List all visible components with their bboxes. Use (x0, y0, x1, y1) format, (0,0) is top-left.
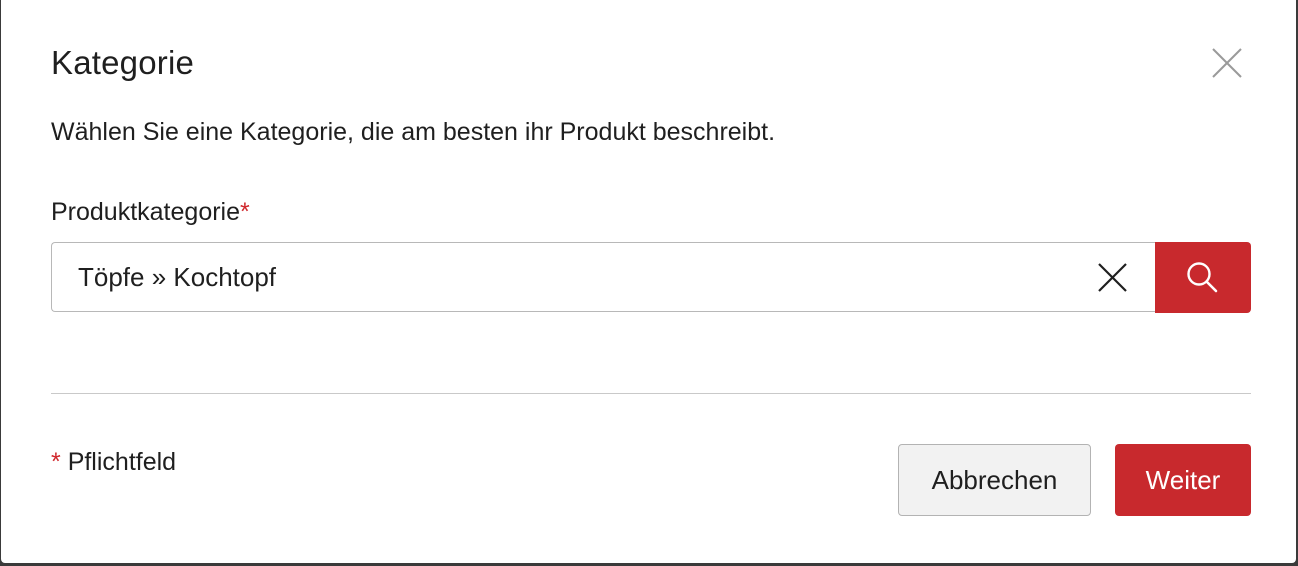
category-input[interactable]: Töpfe » Kochtopf (51, 242, 1156, 312)
required-star: * (51, 448, 61, 476)
cancel-button[interactable]: Abbrechen (898, 444, 1091, 516)
dialog-title: Kategorie (51, 44, 195, 81)
clear-icon (1098, 263, 1127, 292)
dialog-description: Wählen Sie eine Kategorie, die am besten… (51, 118, 776, 146)
close-icon (1212, 48, 1242, 78)
category-dialog: Kategorie Wählen Sie eine Kategorie, die… (1, 0, 1296, 563)
required-footnote: * Pflichtfeld (51, 448, 176, 477)
required-star: * (240, 198, 250, 226)
close-button[interactable] (1206, 44, 1246, 84)
search-button[interactable] (1155, 242, 1251, 313)
category-input-value[interactable]: Töpfe » Kochtopf (78, 262, 276, 293)
field-label-text: Produktkategorie (51, 198, 241, 226)
search-icon (1187, 262, 1218, 293)
divider (51, 393, 1251, 394)
field-label: Produktkategorie* (51, 198, 250, 227)
required-note: Pflichtfeld (67, 448, 177, 476)
clear-button[interactable] (1094, 260, 1130, 296)
next-button[interactable]: Weiter (1115, 444, 1251, 516)
